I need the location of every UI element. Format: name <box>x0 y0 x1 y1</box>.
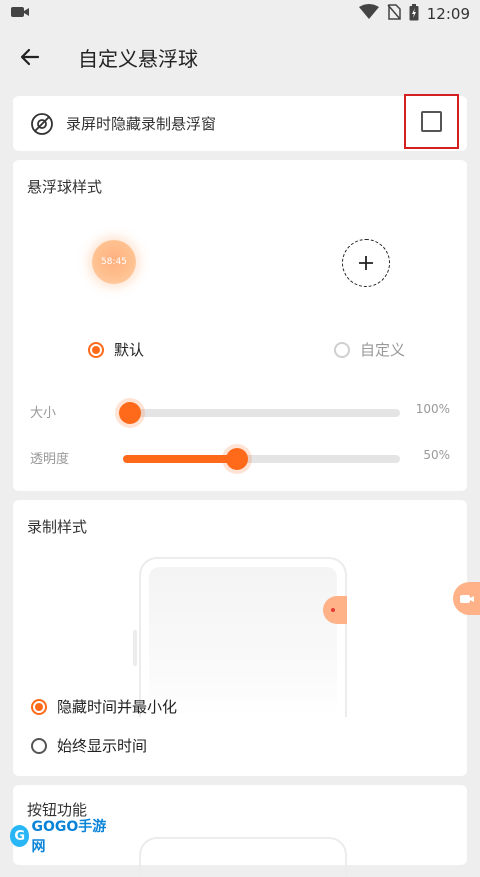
logo-mark-icon: G <box>10 825 30 847</box>
status-bar: 12:09 <box>0 0 480 28</box>
phone-screen-preview <box>149 567 337 717</box>
opacity-slider-thumb[interactable] <box>225 448 248 470</box>
phone-frame-preview-2 <box>139 837 347 877</box>
add-custom-ball-button[interactable] <box>342 239 390 287</box>
size-label: 大小 <box>30 406 57 421</box>
video-record-icon <box>10 4 30 24</box>
checkbox-highlight <box>404 94 459 149</box>
plus-icon <box>359 256 373 270</box>
status-time: 12:09 <box>426 5 470 23</box>
opacity-slider-track[interactable] <box>123 448 400 470</box>
video-camera-icon <box>459 594 474 603</box>
option-custom-style[interactable]: 自定义 <box>334 339 405 360</box>
floating-record-button[interactable] <box>453 582 480 615</box>
page-title: 自定义悬浮球 <box>78 46 198 71</box>
size-slider-track[interactable] <box>119 402 400 424</box>
size-slider-row: 大小 100% <box>13 396 467 426</box>
wifi-icon <box>358 4 379 24</box>
hide-floating-window-card: 录屏时隐藏录制悬浮窗 <box>13 94 467 151</box>
size-value: 100% <box>415 402 450 416</box>
recording-style-card: 录制样式 隐藏时间并最小化 始终显示时间 <box>13 500 467 776</box>
hide-floating-window-checkbox[interactable] <box>421 111 442 132</box>
size-slider-thumb[interactable] <box>119 402 141 424</box>
opacity-slider-row: 透明度 50% <box>13 442 467 472</box>
arrow-left-icon <box>20 48 40 66</box>
option-custom-label: 自定义 <box>360 341 406 359</box>
back-button[interactable] <box>16 43 44 71</box>
top-app-bar: 自定义悬浮球 <box>0 28 480 86</box>
option-default-label: 默认 <box>114 341 145 359</box>
opacity-label: 透明度 <box>30 452 70 467</box>
radio-default[interactable] <box>88 341 104 358</box>
section-title-floating-ball-style: 悬浮球样式 <box>27 178 103 196</box>
section-title-recording-style: 录制样式 <box>27 518 88 536</box>
option-default-style[interactable]: 默认 <box>88 339 144 360</box>
default-ball-preview[interactable]: 58:45 <box>92 240 136 284</box>
option-hide-time-minimize-label: 隐藏时间并最小化 <box>57 698 178 716</box>
battery-charging-icon <box>409 3 419 25</box>
logo-text: GOGO手游网 <box>31 819 107 855</box>
radio-always-show-time[interactable] <box>31 737 47 754</box>
radio-custom[interactable] <box>334 341 350 358</box>
no-sim-icon <box>387 4 401 24</box>
eye-off-icon <box>30 112 54 136</box>
floating-ball-style-card: 悬浮球样式 58:45 默认 自定义 大小 100% 透明度 50% <box>13 160 467 491</box>
opacity-value: 50% <box>423 448 450 462</box>
phone-side-button <box>133 630 137 666</box>
radio-hide-time-minimize[interactable] <box>31 698 47 715</box>
hide-floating-window-label: 录屏时隐藏录制悬浮窗 <box>66 115 217 133</box>
option-always-show-time[interactable]: 始终显示时间 <box>31 735 147 756</box>
ball-preview-time: 58:45 <box>101 257 127 267</box>
mini-floating-ball-preview <box>323 596 347 624</box>
hide-floating-window-row[interactable]: 录屏时隐藏录制悬浮窗 <box>13 96 467 151</box>
watermark-logo: G GOGO手游网 <box>10 819 110 855</box>
option-hide-time-minimize[interactable]: 隐藏时间并最小化 <box>31 696 177 717</box>
opacity-slider-fill <box>123 455 237 463</box>
option-always-show-time-label: 始终显示时间 <box>57 737 148 755</box>
